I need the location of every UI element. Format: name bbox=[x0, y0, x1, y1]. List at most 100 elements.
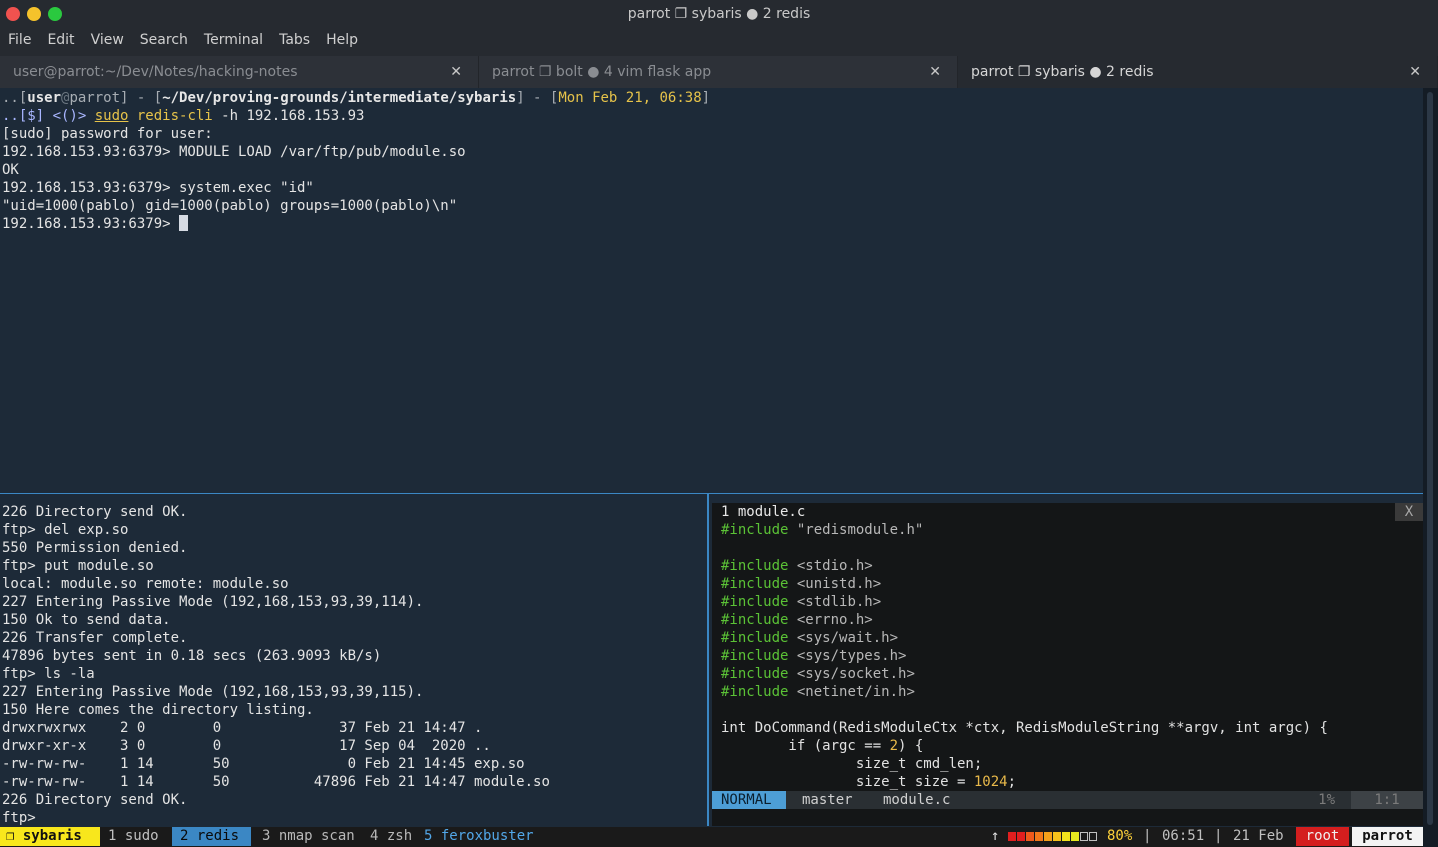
status-date: 21 Feb bbox=[1233, 828, 1284, 844]
ftp-line: -rw-rw-rw- 1 14 50 47896 Feb 21 14:47 mo… bbox=[2, 774, 550, 790]
tab-label: parrot ❐ sybaris ● 2 redis bbox=[971, 64, 1154, 80]
ftp-line: 150 Here comes the directory listing. bbox=[2, 702, 314, 718]
tab-sybaris-active[interactable]: parrot ❐ sybaris ● 2 redis ✕ bbox=[958, 56, 1438, 88]
menu-help[interactable]: Help bbox=[318, 28, 366, 56]
ftp-line: 227 Entering Passive Mode (192,168,153,9… bbox=[2, 684, 424, 700]
battery-percent: 80% bbox=[1107, 828, 1133, 844]
vim-scroll-percent: 1% bbox=[1318, 792, 1335, 808]
vim-tab-close-icon[interactable]: X bbox=[1395, 503, 1423, 521]
upload-arrow-icon: ↑ bbox=[991, 828, 1000, 844]
output-line: "uid=1000(pablo) gid=1000(pablo) groups=… bbox=[2, 198, 458, 214]
battery-segment bbox=[1035, 832, 1043, 841]
menu-terminal[interactable]: Terminal bbox=[196, 28, 271, 56]
close-icon[interactable]: ✕ bbox=[450, 64, 462, 80]
ftp-line: local: module.so remote: module.so bbox=[2, 576, 289, 592]
menu-view[interactable]: View bbox=[83, 28, 132, 56]
tmux-window-1[interactable]: 1 sudo bbox=[108, 827, 159, 846]
menu-edit[interactable]: Edit bbox=[39, 28, 82, 56]
menu-tabs[interactable]: Tabs bbox=[271, 28, 318, 56]
terminal-pane-ftp[interactable]: 226 Directory send OK. ftp> del exp.so 5… bbox=[0, 503, 707, 827]
vim-filename: module.c bbox=[883, 792, 951, 808]
close-icon[interactable]: ✕ bbox=[929, 64, 941, 80]
ftp-line: ftp> del exp.so bbox=[2, 522, 129, 538]
battery-bar bbox=[1008, 832, 1097, 841]
tmux-window-2-active[interactable]: 2 redis bbox=[172, 827, 251, 846]
vim-tabline: 1 module.c X bbox=[712, 503, 1423, 521]
vim-tab-module-c[interactable]: 1 module.c bbox=[721, 503, 805, 521]
code-line: #include <stdio.h> bbox=[721, 558, 873, 574]
vim-cursor-position: 1:1 bbox=[1351, 791, 1423, 809]
vim-mode-indicator: NORMAL bbox=[712, 791, 786, 809]
status-time: 06:51 bbox=[1162, 828, 1205, 844]
ftp-line: ftp> ls -la bbox=[2, 666, 95, 682]
battery-segment bbox=[1080, 832, 1088, 841]
ftp-line: 226 Directory send OK. bbox=[2, 504, 188, 520]
ftp-line: drwxr-xr-x 3 0 0 17 Sep 04 2020 .. bbox=[2, 738, 491, 754]
terminal-pane-redis[interactable]: ..[user@parrot] - [~/Dev/proving-grounds… bbox=[0, 88, 1423, 493]
tmux-window-3[interactable]: 3 nmap scan bbox=[262, 827, 355, 846]
menu-bar: File Edit View Search Terminal Tabs Help bbox=[0, 28, 1438, 56]
code-line: #include <stdlib.h> bbox=[721, 594, 882, 610]
tab-label: parrot ❐ bolt ● 4 vim flask app bbox=[492, 64, 712, 80]
menu-file[interactable]: File bbox=[0, 28, 39, 56]
terminal-cursor bbox=[179, 215, 189, 231]
menu-search[interactable]: Search bbox=[132, 28, 196, 56]
code-line: #include <unistd.h> bbox=[721, 576, 882, 592]
ftp-line: 226 Transfer complete. bbox=[2, 630, 188, 646]
tab-hacking-notes[interactable]: user@parrot:~/Dev/Notes/hacking-notes ✕ bbox=[0, 56, 479, 88]
vim-git-branch: master bbox=[802, 792, 853, 808]
shell-prompt-line-2: ..[$] <()> sudo redis-cli -h 192.168.153… bbox=[2, 108, 365, 124]
ftp-line: 150 Ok to send data. bbox=[2, 612, 171, 628]
output-line: 192.168.153.93:6379> system.exec "id" bbox=[2, 180, 314, 196]
redis-prompt: 192.168.153.93:6379> bbox=[2, 216, 180, 232]
redis-prompt-line: 192.168.153.93:6379> bbox=[2, 215, 1423, 233]
output-line: [sudo] password for user: bbox=[2, 126, 213, 142]
battery-segment bbox=[1017, 832, 1025, 841]
tmux-window-5[interactable]: 5 feroxbuster bbox=[424, 827, 534, 846]
ftp-line: 47896 bytes sent in 0.18 secs (263.9093 … bbox=[2, 648, 382, 664]
tmux-session-name: ❐ sybaris bbox=[0, 827, 100, 846]
terminal-scrollbar[interactable] bbox=[1423, 88, 1438, 847]
ftp-line: drwxrwxrwx 2 0 0 37 Feb 21 14:47 . bbox=[2, 720, 483, 736]
code-line: int DoCommand(RedisModuleCtx *ctx, Redis… bbox=[721, 720, 1328, 736]
tab-bar: user@parrot:~/Dev/Notes/hacking-notes ✕ … bbox=[0, 56, 1438, 88]
code-line: size_t cmd_len; bbox=[721, 756, 983, 772]
pane-divider-vertical[interactable] bbox=[707, 494, 709, 826]
output-line: OK bbox=[2, 162, 19, 178]
ftp-line: 226 Directory send OK. bbox=[2, 792, 188, 808]
tmux-status-bar: ❐ sybaris 1 sudo 2 redis 3 nmap scan 4 z… bbox=[0, 827, 1423, 847]
code-line: #include "redismodule.h" bbox=[721, 522, 924, 538]
window-title: parrot ❐ sybaris ● 2 redis bbox=[627, 6, 811, 22]
status-separator: | bbox=[1214, 828, 1223, 844]
code-line: #include <sys/types.h> bbox=[721, 648, 907, 664]
code-line: size_t size = 1024; bbox=[721, 774, 1017, 790]
tab-label: user@parrot:~/Dev/Notes/hacking-notes bbox=[13, 64, 298, 80]
battery-segment bbox=[1053, 832, 1061, 841]
code-line: if (argc == 2) { bbox=[721, 738, 924, 754]
title-bar: parrot ❐ sybaris ● 2 redis bbox=[0, 0, 1438, 28]
vim-statusline: NORMAL master module.c 1% 1:1 bbox=[712, 791, 1423, 809]
pane-divider-horizontal[interactable] bbox=[0, 493, 1423, 494]
close-icon[interactable]: ✕ bbox=[1409, 64, 1421, 80]
tab-bolt[interactable]: parrot ❐ bolt ● 4 vim flask app ✕ bbox=[479, 56, 958, 88]
battery-segment bbox=[1062, 832, 1070, 841]
battery-segment bbox=[1026, 832, 1034, 841]
scrollbar-thumb[interactable] bbox=[1427, 92, 1433, 825]
status-separator: | bbox=[1143, 828, 1152, 844]
shell-prompt-line-1: ..[user@parrot] - [~/Dev/proving-grounds… bbox=[2, 90, 711, 106]
battery-segment bbox=[1089, 832, 1097, 841]
tmux-window-4[interactable]: 4 zsh bbox=[370, 827, 412, 846]
status-host: parrot bbox=[1352, 827, 1423, 846]
code-line: #include <sys/wait.h> bbox=[721, 630, 899, 646]
status-user: root bbox=[1296, 827, 1349, 846]
ftp-line: 227 Entering Passive Mode (192,168,153,9… bbox=[2, 594, 424, 610]
output-line: 192.168.153.93:6379> MODULE LOAD /var/ft… bbox=[2, 144, 466, 160]
vim-code-area[interactable]: #include "redismodule.h" #include <stdio… bbox=[712, 521, 1423, 791]
ftp-line: ftp> put module.so bbox=[2, 558, 154, 574]
vim-editor-pane[interactable]: 1 module.c X #include "redismodule.h" #i… bbox=[712, 503, 1423, 826]
battery-segment bbox=[1044, 832, 1052, 841]
code-line: #include <sys/socket.h> bbox=[721, 666, 915, 682]
code-line: #include <errno.h> bbox=[721, 612, 873, 628]
